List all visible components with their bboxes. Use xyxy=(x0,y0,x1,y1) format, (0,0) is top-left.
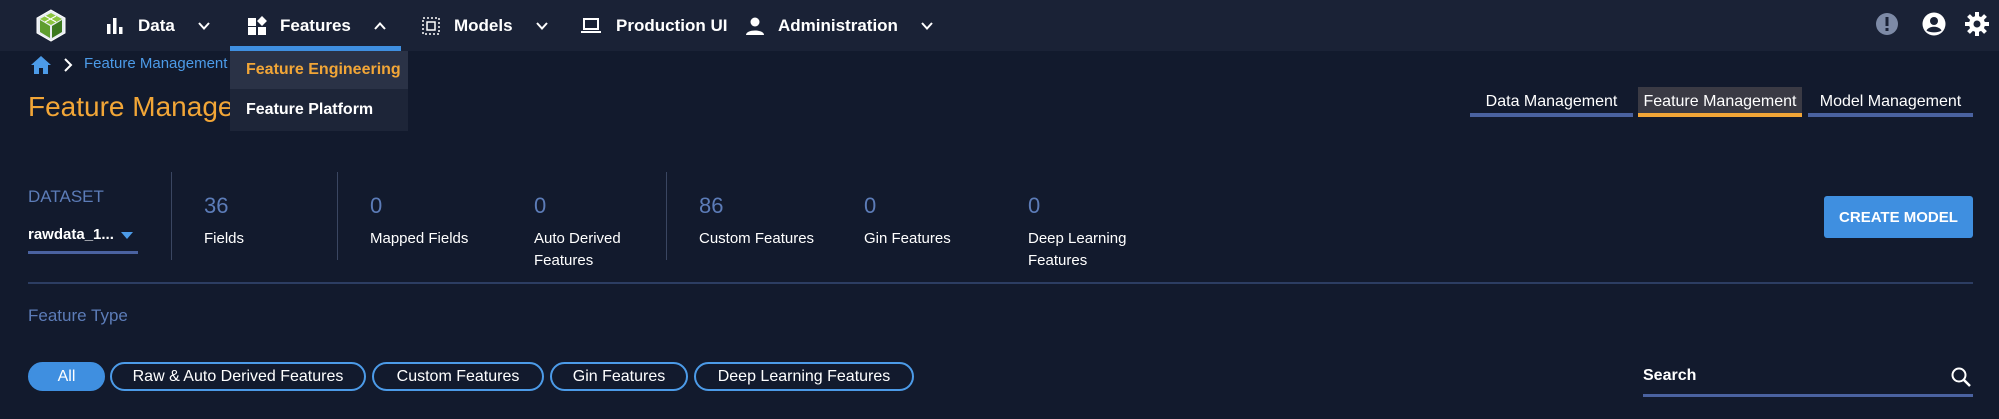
dataset-select-underline xyxy=(28,251,138,254)
nav-features-label: Features xyxy=(280,15,351,35)
feature-type-label: Feature Type xyxy=(28,306,128,325)
tab-model-management-underline xyxy=(1808,113,1973,117)
stat-deep-learning-label: Deep Learning Features xyxy=(1028,230,1127,269)
chip-icon xyxy=(422,16,440,35)
stat-custom-features-label: Custom Features xyxy=(699,230,815,247)
stat-gin-features-label: Gin Features xyxy=(864,230,951,247)
chevron-up-icon xyxy=(374,21,386,30)
stat-gin-features-value: 0 xyxy=(864,193,877,218)
stat-mapped-fields-label: Mapped Fields xyxy=(370,230,469,247)
search-underline xyxy=(1643,394,1973,397)
caret-down-icon[interactable] xyxy=(121,232,133,239)
search-input[interactable]: Search xyxy=(1643,367,1696,385)
nav-data-label: Data xyxy=(138,15,175,35)
stats-divider xyxy=(337,172,338,260)
tab-feature-management-underline xyxy=(1638,113,1802,117)
stat-auto-derived-value: 0 xyxy=(534,193,547,218)
dataset-select[interactable]: rawdata_1... xyxy=(28,226,114,243)
nav-production-ui[interactable]: Production UI xyxy=(578,0,727,51)
stats-divider xyxy=(171,172,172,260)
stat-fields-value: 36 xyxy=(204,193,229,218)
bar-chart-icon xyxy=(107,17,123,34)
nav-data[interactable]: Data xyxy=(104,0,211,51)
stat-deep-learning-value: 0 xyxy=(1028,193,1041,218)
breadcrumb-feature-management[interactable]: Feature Management xyxy=(84,55,227,72)
chip-raw-auto-derived[interactable]: Raw & Auto Derived Features xyxy=(110,362,366,391)
chip-custom-features[interactable]: Custom Features xyxy=(372,362,544,391)
nav-administration[interactable]: Administration xyxy=(744,0,934,51)
chevron-down-icon xyxy=(921,21,933,30)
nav-features[interactable]: Features xyxy=(246,0,387,51)
gear-icon[interactable] xyxy=(1964,11,1990,37)
menu-item-feature-engineering[interactable]: Feature Engineering xyxy=(230,51,408,89)
app-logo-icon[interactable] xyxy=(34,8,68,42)
chevron-down-icon xyxy=(535,21,548,30)
nav-administration-label: Administration xyxy=(778,15,898,35)
nav-production-ui-label: Production UI xyxy=(616,15,728,35)
alert-icon[interactable] xyxy=(1874,11,1900,37)
widgets-icon xyxy=(248,15,267,35)
nav-models-label: Models xyxy=(454,15,513,35)
chevron-down-icon xyxy=(198,21,210,30)
top-nav-bar: Data Features Models Production UI Admin… xyxy=(0,0,1999,51)
dataset-label: DATASET xyxy=(28,187,104,206)
stat-auto-derived-label: Auto Derived Features xyxy=(534,230,621,269)
chevron-right-icon xyxy=(64,58,73,72)
tab-data-management-underline xyxy=(1470,113,1633,117)
laptop-icon xyxy=(581,17,601,33)
stats-divider xyxy=(666,172,667,260)
account-circle-icon[interactable] xyxy=(1921,11,1947,37)
search-icon[interactable] xyxy=(1950,366,1972,388)
stat-custom-features-value: 86 xyxy=(699,193,724,218)
person-icon xyxy=(746,17,764,35)
nav-models[interactable]: Models xyxy=(420,0,549,51)
chip-deep-learning-features[interactable]: Deep Learning Features xyxy=(694,362,914,391)
page-title: Feature Management xyxy=(28,91,230,122)
stat-fields-label: Fields xyxy=(204,230,245,247)
section-divider xyxy=(28,282,1973,284)
menu-item-feature-platform[interactable]: Feature Platform xyxy=(230,91,408,129)
chip-all[interactable]: All xyxy=(28,362,105,391)
chip-gin-features[interactable]: Gin Features xyxy=(550,362,688,391)
features-dropdown-menu: Feature Engineering Feature Platform xyxy=(230,51,408,131)
create-model-button[interactable]: CREATE MODEL xyxy=(1824,196,1973,238)
home-icon[interactable] xyxy=(30,55,52,75)
stat-mapped-fields-value: 0 xyxy=(370,193,383,218)
